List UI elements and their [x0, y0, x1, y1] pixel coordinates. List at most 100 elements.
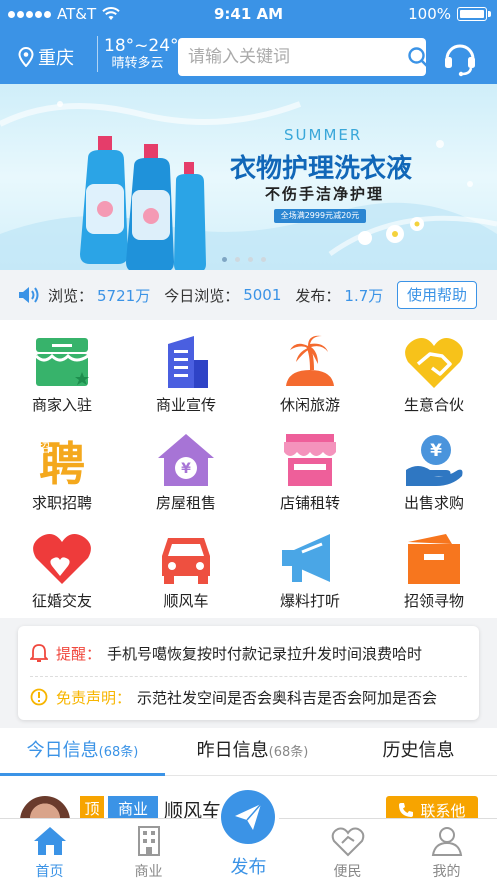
tabbar-home[interactable]: 首页 — [0, 819, 99, 883]
category-dating[interactable]: 征婚交友 — [0, 516, 124, 612]
top-header: 重庆 18°~24° 晴转多云 — [0, 30, 497, 84]
category-merchant-join[interactable]: 商家入驻 — [0, 320, 124, 416]
tab-yesterday[interactable]: 昨日信息(68条) — [165, 736, 340, 772]
tab-history[interactable]: 历史信息 — [340, 736, 497, 772]
posts-count: 1.7万 — [344, 286, 384, 305]
banner-pagination[interactable] — [222, 257, 266, 262]
bell-icon — [30, 644, 48, 662]
publish-button[interactable] — [221, 790, 275, 844]
views-label: 浏览： — [48, 286, 94, 305]
app-screen: AT&T 9:41 AM 100% 重庆 18°~24° 晴转多云 请输入关键词… — [0, 0, 497, 883]
search-icon[interactable] — [407, 40, 429, 74]
search-box — [178, 38, 429, 76]
tab-count: (68条) — [268, 745, 309, 760]
category-label: 征婚交友 — [31, 592, 92, 610]
category-label: 商家入驻 — [31, 396, 92, 414]
tabbar-label: 便民 — [333, 864, 362, 880]
banner-dot[interactable] — [261, 257, 266, 262]
temperature-range: 18°~24° — [104, 36, 179, 56]
tabbar-business[interactable]: 商业 — [99, 819, 198, 883]
car-icon — [162, 538, 210, 584]
building-outline-icon — [138, 826, 160, 856]
disclaimer-text: 示范社发空间是否会奥科吉是否会阿加是否会 — [137, 688, 438, 707]
today-views-label: 今日浏览： — [164, 286, 240, 305]
category-label: 求职招聘 — [31, 494, 92, 512]
city-label: 重庆 — [38, 48, 74, 69]
tabbar-label: 商业 — [134, 864, 163, 880]
weather-desc: 晴转多云 — [111, 56, 164, 71]
reminder-row[interactable]: 提醒： 手机号噶恢复按时付款记录拉升发时间浪费哈时 — [30, 638, 470, 668]
user-icon — [431, 827, 463, 856]
home-icon — [34, 827, 66, 855]
category-buy-sell[interactable]: ¥ 出售求购 — [372, 418, 496, 514]
notice-panel: 提醒： 手机号噶恢复按时付款记录拉升发时间浪费哈时 免责声明： 示范社发空间是否… — [18, 626, 479, 720]
handshake-icon — [405, 338, 463, 388]
svg-text:¥: ¥ — [430, 441, 442, 461]
stats-bar: 浏览： 5721万 今日浏览： 5001 发布： 1.7万 使用帮助 — [0, 270, 497, 320]
category-lost-found[interactable]: 招领寻物 — [372, 516, 496, 612]
category-label: 房屋租售 — [155, 494, 216, 512]
posts-label: 发布： — [295, 286, 341, 305]
category-label: 休闲旅游 — [279, 396, 340, 414]
battery-percent: 100% — [408, 5, 451, 23]
phone-icon — [399, 803, 414, 817]
shop-icon — [34, 338, 89, 386]
house-icon: ¥ — [158, 434, 214, 486]
today-views-count: 5001 — [243, 286, 282, 304]
category-partnership[interactable]: 生意合伙 — [372, 320, 496, 416]
info-tabs: 今日信息(68条) 昨日信息(68条) 历史信息 — [0, 728, 497, 776]
banner-title: 衣物护理洗衣液 — [230, 154, 413, 184]
tab-today[interactable]: 今日信息(68条) — [0, 736, 165, 772]
storefront-icon — [284, 434, 336, 486]
category-carpool[interactable]: 顺风车 — [124, 516, 248, 612]
location-selector[interactable]: 重庆 — [18, 44, 74, 70]
tab-label: 历史信息 — [382, 740, 455, 761]
tab-count: (68条) — [98, 745, 139, 760]
category-news-tips[interactable]: 爆料打听 — [248, 516, 372, 612]
reminder-text: 手机号噶恢复按时付款记录拉升发时间浪费哈时 — [107, 644, 423, 663]
customer-service-icon[interactable] — [440, 38, 480, 78]
tabbar-mine[interactable]: 我的 — [397, 819, 496, 883]
detergent-bottles — [80, 136, 206, 270]
disclaimer-row[interactable]: 免责声明： 示范社发空间是否会奥科吉是否会阿加是否会 — [30, 682, 470, 712]
disclaimer-title: 免责声明： — [56, 688, 132, 707]
category-label: 招领寻物 — [403, 592, 464, 610]
search-input[interactable] — [188, 47, 407, 67]
battery-icon — [457, 7, 491, 21]
tab-label: 昨日信息 — [196, 740, 269, 761]
heart-icon — [33, 534, 91, 584]
tabbar-label: 首页 — [35, 864, 64, 880]
svg-text:招: 招 — [38, 441, 50, 455]
category-recruitment[interactable]: 聘招 求职招聘 — [0, 418, 124, 514]
island-icon — [286, 335, 334, 386]
tabbar-service[interactable]: 便民 — [298, 819, 397, 883]
category-label: 出售求购 — [403, 494, 464, 512]
help-button[interactable]: 使用帮助 — [397, 281, 477, 309]
notice-divider — [30, 676, 467, 677]
category-label: 生意合伙 — [403, 396, 464, 414]
banner-dot[interactable] — [235, 257, 240, 262]
status-bar: AT&T 9:41 AM 100% — [0, 0, 497, 28]
category-shop-rental[interactable]: 店铺租转 — [248, 418, 372, 514]
tab-label: 今日信息 — [26, 740, 99, 761]
box-icon — [408, 534, 460, 584]
heart-hands-icon — [331, 827, 365, 857]
category-business-promo[interactable]: 商业宣传 — [124, 320, 248, 416]
category-leisure-travel[interactable]: 休闲旅游 — [248, 320, 372, 416]
building-icon — [168, 336, 208, 388]
category-label: 商业宣传 — [155, 396, 216, 414]
paper-plane-icon — [235, 803, 262, 830]
svg-text:¥: ¥ — [181, 461, 191, 477]
warning-icon — [30, 688, 48, 706]
speaker-icon — [19, 287, 39, 303]
banner-dot[interactable] — [222, 257, 227, 262]
promo-banner[interactable]: SUMMER 衣物护理洗衣液 不伤手洁净护理 全场满2999元减20元 — [0, 84, 497, 270]
category-label: 顺风车 — [163, 592, 209, 610]
category-grid: 商家入驻 商业宣传 休闲旅游 生意合伙 聘招 求职招聘 ¥ 房屋租售 店铺租转 … — [0, 320, 497, 618]
banner-promo: 全场满2999元减20元 — [274, 209, 366, 223]
category-label: 爆料打听 — [279, 592, 340, 610]
category-housing[interactable]: ¥ 房屋租售 — [124, 418, 248, 514]
money-hand-icon: ¥ — [406, 435, 463, 486]
banner-dot[interactable] — [248, 257, 253, 262]
reminder-title: 提醒： — [56, 644, 102, 663]
